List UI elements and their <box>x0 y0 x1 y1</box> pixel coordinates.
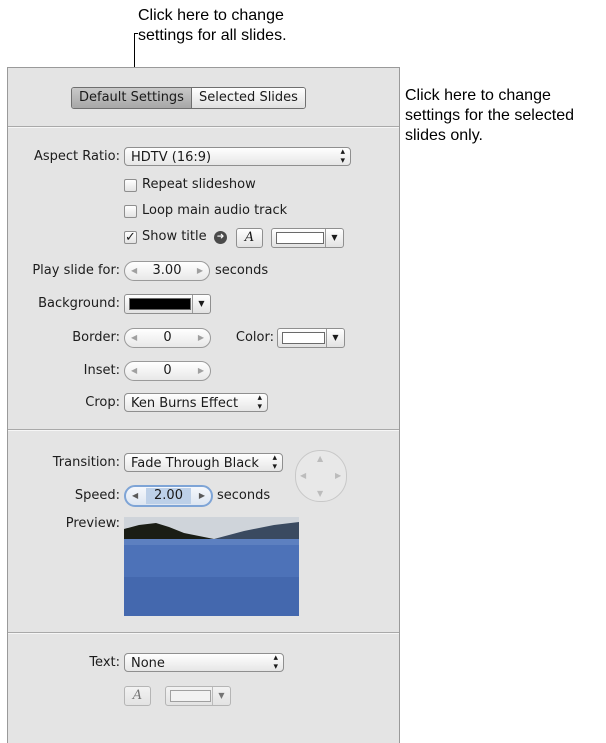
tab-default-settings[interactable]: Default Settings <box>72 88 192 108</box>
border-color-swatch <box>282 332 325 344</box>
slideshow-settings-panel: Default Settings Selected Slides Aspect … <box>7 67 400 743</box>
divider-highlight <box>8 430 399 431</box>
left-arrow-icon[interactable]: ◀ <box>132 487 138 505</box>
tab-selected-slides[interactable]: Selected Slides <box>191 88 305 108</box>
up-arrow-icon[interactable]: ▲ <box>317 454 323 463</box>
callout-all-slides: Click here to change settings for all sl… <box>138 7 287 44</box>
text-popup[interactable]: None ▴ ▾ <box>124 653 284 672</box>
play-slide-label: Play slide for: <box>32 263 120 278</box>
preview-label: Preview: <box>65 516 120 531</box>
inset-stepper[interactable]: ◀ 0 ▶ <box>124 361 211 381</box>
title-color-swatch <box>276 232 324 244</box>
popup-arrows-icon: ▴ ▾ <box>340 147 345 166</box>
speed-label: Speed: <box>74 488 120 503</box>
settings-scope-control: Default Settings Selected Slides <box>71 87 306 109</box>
popup-arrows-icon: ▴ ▾ <box>273 653 278 672</box>
show-title-label: Show title <box>142 229 207 244</box>
direction-pad[interactable]: ▲ ▼ ◀ ▶ <box>295 450 347 502</box>
dropdown-triangle-icon: ▼ <box>212 687 230 705</box>
text-color-well[interactable]: ▼ <box>165 686 231 706</box>
leader-line-top-tick <box>134 33 138 34</box>
circle-arrow-right-icon[interactable]: ➜ <box>214 231 227 244</box>
right-arrow-icon[interactable]: ▶ <box>198 362 204 380</box>
border-stepper[interactable]: ◀ 0 ▶ <box>124 328 211 348</box>
callout-selected-slides: Click here to change settings for the se… <box>405 87 574 144</box>
title-font-button[interactable]: A <box>236 228 263 248</box>
show-title-checkbox[interactable]: ✓ <box>124 231 137 244</box>
aspect-ratio-label: Aspect Ratio: <box>33 149 120 164</box>
loop-audio-checkbox[interactable] <box>124 205 137 218</box>
text-color-swatch <box>170 690 211 702</box>
crop-popup[interactable]: Ken Burns Effect ▴ ▾ <box>124 393 268 412</box>
border-color-well[interactable]: ▼ <box>277 328 345 348</box>
repeat-slideshow-label: Repeat slideshow <box>142 177 256 192</box>
repeat-slideshow-checkbox[interactable] <box>124 179 137 192</box>
lake-landscape-image <box>124 517 299 616</box>
background-color-well[interactable]: ▼ <box>124 294 211 314</box>
border-color-label: Color: <box>235 330 274 345</box>
right-arrow-icon[interactable]: ▶ <box>335 471 341 480</box>
aspect-ratio-popup[interactable]: HDTV (16:9) ▴ ▾ <box>124 147 351 166</box>
down-arrow-icon[interactable]: ▼ <box>317 489 323 498</box>
speed-unit-label: seconds <box>217 488 271 503</box>
speed-stepper[interactable]: ◀ 2.00 ▶ <box>124 485 213 507</box>
dropdown-triangle-icon: ▼ <box>326 329 344 347</box>
popup-arrows-icon: ▴ ▾ <box>272 453 277 472</box>
right-arrow-icon[interactable]: ▶ <box>197 262 203 280</box>
right-arrow-icon[interactable]: ▶ <box>199 487 205 505</box>
divider-highlight <box>8 633 399 634</box>
text-label: Text: <box>89 655 120 670</box>
background-label: Background: <box>38 296 120 311</box>
loop-audio-label: Loop main audio track <box>142 203 288 218</box>
background-color-swatch <box>129 298 191 310</box>
transition-label: Transition: <box>52 455 120 470</box>
left-arrow-icon[interactable]: ◀ <box>300 471 306 480</box>
text-font-button[interactable]: A <box>124 686 151 706</box>
transition-popup[interactable]: Fade Through Black ▴ ▾ <box>124 453 283 472</box>
title-color-well[interactable]: ▼ <box>271 228 344 248</box>
left-arrow-icon[interactable]: ◀ <box>131 329 137 347</box>
dropdown-triangle-icon: ▼ <box>325 229 343 247</box>
left-arrow-icon[interactable]: ◀ <box>131 362 137 380</box>
play-duration-stepper[interactable]: ◀ 3.00 ▶ <box>124 261 210 281</box>
preview-image <box>124 517 299 616</box>
crop-label: Crop: <box>85 395 120 410</box>
right-arrow-icon[interactable]: ▶ <box>198 329 204 347</box>
border-label: Border: <box>72 330 120 345</box>
inset-label: Inset: <box>83 363 120 378</box>
popup-arrows-icon: ▴ ▾ <box>257 393 262 412</box>
dropdown-triangle-icon: ▼ <box>192 295 210 313</box>
play-unit-label: seconds <box>215 263 269 278</box>
divider-highlight <box>8 127 399 128</box>
left-arrow-icon[interactable]: ◀ <box>131 262 137 280</box>
